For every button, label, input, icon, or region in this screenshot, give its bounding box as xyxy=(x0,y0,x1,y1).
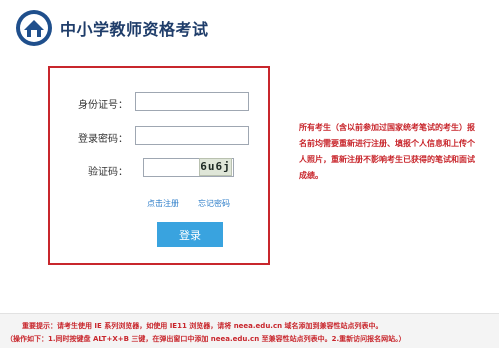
login-panel: 身份证号： 登录密码： 验证码： 6u6j 点击注册 忘记密码 登录 xyxy=(48,66,270,265)
forgot-password-link[interactable]: 忘记密码 xyxy=(198,198,230,209)
footer-tip-line-2: （操作如下：1.同时按键盘 ALT+X+B 三键，在弹出窗口中添加 neea.e… xyxy=(6,335,406,343)
captcha-image[interactable]: 6u6j xyxy=(199,158,232,176)
password-input[interactable] xyxy=(135,126,249,145)
captcha-label: 验证码： xyxy=(88,167,128,178)
footer-tip-line-1: 重要提示：请考生使用 IE 系列浏览器，如使用 IE11 浏览器，请将 neea… xyxy=(22,322,383,330)
neea-logo-icon xyxy=(16,10,52,46)
registration-notice: 所有考生（含以前参加过国家统考笔试的考生）报名前均需要重新进行注册、填报个人信息… xyxy=(299,123,475,180)
id-number-input[interactable] xyxy=(135,92,249,111)
app-title: 中小学教师资格考试 xyxy=(60,20,209,39)
register-link[interactable]: 点击注册 xyxy=(147,198,179,209)
page-header: 中小学教师资格考试 xyxy=(0,0,499,60)
id-number-label: 身份证号： xyxy=(78,100,128,111)
password-label: 登录密码： xyxy=(78,134,128,145)
login-button[interactable]: 登录 xyxy=(157,222,223,247)
footer-tips: 重要提示：请考生使用 IE 系列浏览器，如使用 IE11 浏览器，请将 neea… xyxy=(0,313,499,348)
